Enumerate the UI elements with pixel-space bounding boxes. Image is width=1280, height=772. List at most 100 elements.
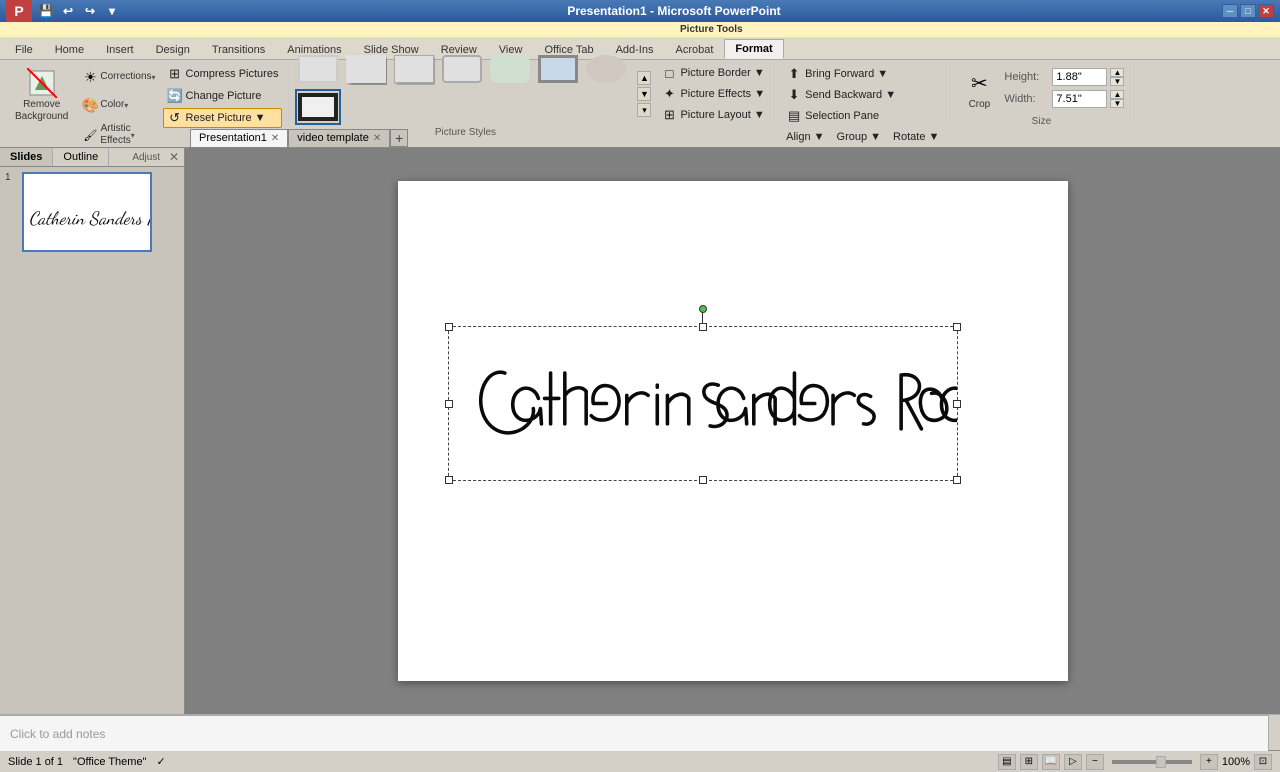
tab-file[interactable]: File	[4, 39, 44, 59]
handle-top-left[interactable]	[445, 323, 453, 331]
send-backward-button[interactable]: ⬇ Send Backward ▼	[782, 85, 900, 105]
slideshow-button[interactable]: ▷	[1064, 754, 1082, 770]
tab-format[interactable]: Format	[724, 39, 783, 59]
style-scroll-up[interactable]: ▲	[637, 71, 651, 85]
reset-picture-button[interactable]: ↺ Reset Picture ▼	[163, 108, 283, 128]
tab-insert[interactable]: Insert	[95, 39, 145, 59]
tab-home[interactable]: Home	[44, 39, 95, 59]
slide-sorter-button[interactable]: ⊞	[1020, 754, 1038, 770]
tab-design[interactable]: Design	[145, 39, 201, 59]
handle-mid-right[interactable]	[953, 400, 961, 408]
style-scroll-down[interactable]: ▼	[637, 87, 651, 101]
notes-section: Click to add notes	[0, 714, 1280, 750]
corrections-button[interactable]: ☀ Corrections ▾	[75, 64, 160, 90]
picture-style-1[interactable]	[295, 51, 341, 87]
bring-forward-button[interactable]: ⬆ Bring Forward ▼	[782, 64, 892, 84]
new-tab-button[interactable]: +	[390, 129, 408, 147]
bring-forward-icon: ⬆	[786, 66, 802, 82]
corrections-dropdown[interactable]: ▾	[152, 73, 156, 82]
undo-button[interactable]: ↩	[58, 2, 78, 20]
handle-top-mid[interactable]	[699, 323, 707, 331]
window-controls: ─ □ ✕	[1222, 4, 1274, 18]
group-label: Group ▼	[837, 131, 882, 143]
qat-dropdown[interactable]: ▾	[102, 2, 122, 20]
doc-tab-video-template[interactable]: video template ✕	[288, 129, 390, 147]
picture-border-label: Picture Border ▼	[680, 67, 764, 79]
handle-bottom-left[interactable]	[445, 476, 453, 484]
slide-canvas[interactable]	[398, 181, 1068, 681]
picture-style-8[interactable]	[295, 89, 341, 125]
picture-style-2[interactable]	[343, 51, 389, 87]
width-input[interactable]	[1052, 90, 1107, 108]
status-bar: Slide 1 of 1 "Office Theme" ✓ ▤ ⊞ 📖 ▷ − …	[0, 750, 1280, 772]
handle-bottom-mid[interactable]	[699, 476, 707, 484]
office-button[interactable]: P	[6, 0, 32, 22]
height-up[interactable]: ▲	[1110, 68, 1124, 77]
zoom-out-button[interactable]: −	[1086, 754, 1104, 770]
spell-check-icon[interactable]: ✓	[156, 755, 165, 768]
height-field: Height: ▲ ▼	[1004, 68, 1124, 86]
width-up[interactable]: ▲	[1110, 90, 1124, 99]
zoom-slider[interactable]	[1112, 760, 1192, 764]
tab-transitions[interactable]: Transitions	[201, 39, 276, 59]
align-label: Align ▼	[786, 131, 824, 143]
minimize-button[interactable]: ─	[1222, 4, 1238, 18]
adjust-group: RemoveBackground ☀ Corrections ▾ 🎨 Color…	[4, 62, 289, 126]
save-button[interactable]: 💾	[36, 2, 56, 20]
close-button[interactable]: ✕	[1258, 4, 1274, 18]
color-dropdown[interactable]: ▾	[124, 101, 128, 110]
rotate-handle[interactable]	[699, 305, 707, 313]
compress-pictures-button[interactable]: ⊞ Compress Pictures	[163, 64, 283, 84]
handle-top-right[interactable]	[953, 323, 961, 331]
remove-bg-label: RemoveBackground	[15, 99, 68, 123]
notes-scrollbar[interactable]	[1268, 715, 1280, 750]
width-down[interactable]: ▼	[1110, 99, 1124, 108]
style-more[interactable]: ▾	[637, 103, 651, 117]
remove-background-button[interactable]: RemoveBackground	[10, 64, 73, 126]
rotate-button[interactable]: Rotate ▼	[889, 129, 943, 145]
fit-window-button[interactable]: ⊡	[1254, 754, 1272, 770]
normal-view-button[interactable]: ▤	[998, 754, 1016, 770]
slide-thumb-1[interactable]: Catherin Sanders Road	[22, 172, 152, 252]
crop-button[interactable]: ✂ Crop	[958, 64, 1000, 114]
align-button[interactable]: Align ▼	[782, 129, 828, 145]
send-backward-label: Send Backward ▼	[805, 89, 896, 101]
zoom-in-button[interactable]: +	[1200, 754, 1218, 770]
group-button[interactable]: Group ▼	[833, 129, 886, 145]
artistic-effects-icon: 🖌	[80, 125, 100, 145]
selection-pane-button[interactable]: ▤ Selection Pane	[782, 106, 883, 126]
redo-button[interactable]: ↪	[80, 2, 100, 20]
artistic-effects-dropdown[interactable]: ▾	[131, 131, 135, 140]
doc-tab-video-template-close[interactable]: ✕	[373, 133, 381, 144]
height-down[interactable]: ▼	[1110, 77, 1124, 86]
crop-label: Crop	[969, 99, 991, 111]
tab-acrobat[interactable]: Acrobat	[664, 39, 724, 59]
reading-view-button[interactable]: 📖	[1042, 754, 1060, 770]
picture-style-4[interactable]	[439, 51, 485, 87]
width-spinner: ▲ ▼	[1110, 90, 1124, 108]
picture-style-5[interactable]	[487, 51, 533, 87]
width-label: Width:	[1004, 93, 1049, 105]
size-label: Size	[958, 114, 1124, 127]
notes-area[interactable]: Click to add notes	[0, 715, 1268, 751]
width-field: Width: ▲ ▼	[1004, 90, 1124, 108]
picture-border-button[interactable]: □ Picture Border ▼	[657, 63, 769, 83]
picture-effects-button[interactable]: ✦ Picture Effects ▼	[657, 84, 769, 104]
artistic-effects-button[interactable]: 🖌 ArtisticEffects ▾	[75, 120, 160, 150]
bring-forward-label: Bring Forward ▼	[805, 68, 888, 80]
selection-pane-label: Selection Pane	[805, 110, 879, 122]
picture-style-7[interactable]	[583, 51, 629, 87]
zoom-thumb[interactable]	[1156, 756, 1166, 768]
handle-bottom-right[interactable]	[953, 476, 961, 484]
change-picture-button[interactable]: 🔄 Change Picture	[163, 86, 283, 106]
picture-style-3[interactable]	[391, 51, 437, 87]
color-button[interactable]: 🎨 Color ▾	[75, 92, 160, 118]
restore-button[interactable]: □	[1240, 4, 1256, 18]
slides-panel: 1 Catherin Sanders Road	[0, 167, 184, 714]
selected-image[interactable]	[448, 326, 958, 481]
handle-mid-left[interactable]	[445, 400, 453, 408]
compress-label: Compress Pictures	[186, 68, 279, 80]
picture-style-6[interactable]	[535, 51, 581, 87]
height-input[interactable]	[1052, 68, 1107, 86]
picture-layout-button[interactable]: ⊞ Picture Layout ▼	[657, 105, 769, 125]
